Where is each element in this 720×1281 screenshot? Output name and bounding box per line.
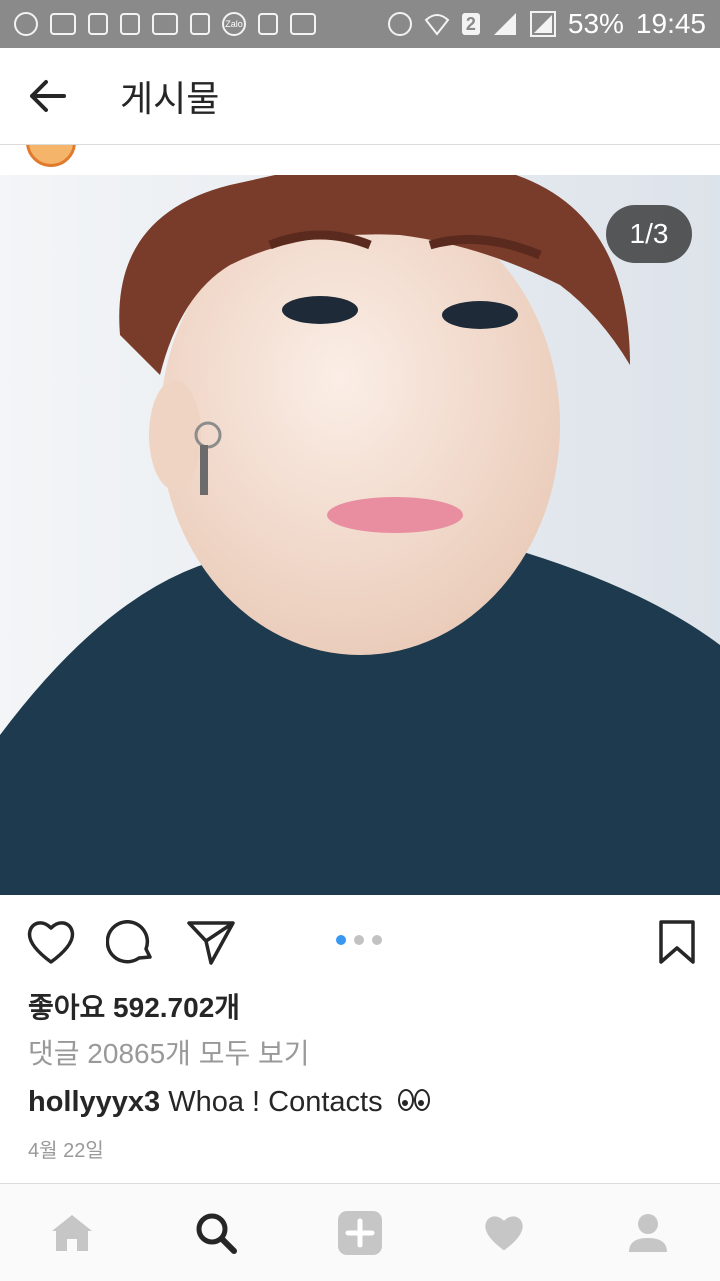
add-post-icon bbox=[338, 1210, 382, 1255]
carousel-indicator bbox=[336, 935, 382, 945]
heart-icon bbox=[27, 921, 75, 964]
add-contact-icon bbox=[258, 13, 278, 35]
nav-home[interactable] bbox=[42, 1203, 102, 1263]
home-icon bbox=[52, 1214, 92, 1251]
carousel-dot bbox=[354, 935, 364, 945]
bottom-navigation bbox=[0, 1183, 720, 1281]
like-count[interactable]: 좋아요 592.702개 bbox=[28, 986, 240, 1026]
recycle-icon bbox=[120, 13, 140, 35]
bookmark-icon bbox=[659, 920, 695, 964]
nav-search[interactable] bbox=[186, 1203, 246, 1263]
nav-profile[interactable] bbox=[618, 1203, 678, 1263]
app-header: 게시물 bbox=[0, 48, 720, 145]
carousel-dot bbox=[372, 935, 382, 945]
activity-icon bbox=[485, 1215, 523, 1250]
share-button[interactable] bbox=[186, 917, 236, 967]
post-header-peek bbox=[0, 145, 720, 176]
profile-icon bbox=[629, 1213, 667, 1252]
system-icons: 2 53% 19:45 bbox=[387, 8, 706, 40]
battery-percent: 53% bbox=[567, 8, 624, 39]
gallery-icon bbox=[50, 13, 76, 35]
save-button[interactable] bbox=[652, 917, 702, 967]
sim-indicator: 2 bbox=[461, 13, 480, 35]
clock: 19:45 bbox=[635, 8, 706, 39]
comment-button[interactable] bbox=[106, 917, 156, 967]
post-image[interactable]: 1/3 bbox=[0, 175, 720, 895]
phone-icon bbox=[88, 13, 108, 35]
avatar[interactable] bbox=[26, 145, 76, 167]
nav-activity[interactable] bbox=[474, 1203, 534, 1263]
post-actions bbox=[0, 895, 720, 985]
notification-icons: Zalo bbox=[14, 12, 316, 36]
back-arrow-icon bbox=[30, 80, 66, 112]
post-caption: hollyyyx3 Whoa ! Contacts bbox=[28, 1086, 431, 1120]
mail-icon bbox=[152, 13, 178, 35]
page-title: 게시물 bbox=[120, 78, 220, 119]
image-counter: 1/3 bbox=[606, 205, 692, 263]
search-icon bbox=[196, 1213, 237, 1254]
eyes-emoji-icon bbox=[397, 1087, 431, 1120]
send-icon bbox=[187, 921, 235, 965]
caption-username[interactable]: hollyyyx3 bbox=[28, 1086, 160, 1118]
view-comments-link[interactable]: 댓글 20865개 모두 보기 bbox=[28, 1032, 310, 1072]
comment-icon bbox=[106, 920, 152, 964]
alarm-icon bbox=[387, 12, 412, 36]
carousel-dot-active bbox=[336, 935, 346, 945]
like-button[interactable] bbox=[26, 917, 76, 967]
nav-new-post[interactable] bbox=[330, 1203, 390, 1263]
post-photo bbox=[0, 175, 720, 895]
status-bar: Zalo 2 53% 19:45 bbox=[0, 0, 720, 48]
facebook-icon bbox=[190, 13, 210, 35]
messaging-icon bbox=[14, 12, 38, 36]
wifi-icon bbox=[424, 14, 450, 36]
signal-2-icon bbox=[529, 11, 556, 37]
caption-text: Whoa ! Contacts bbox=[160, 1086, 383, 1118]
post-date: 4월 22일 bbox=[28, 1140, 104, 1162]
zalo-icon: Zalo bbox=[222, 12, 246, 36]
back-button[interactable] bbox=[0, 48, 96, 144]
signal-icon bbox=[493, 13, 516, 35]
at-icon bbox=[290, 13, 316, 35]
